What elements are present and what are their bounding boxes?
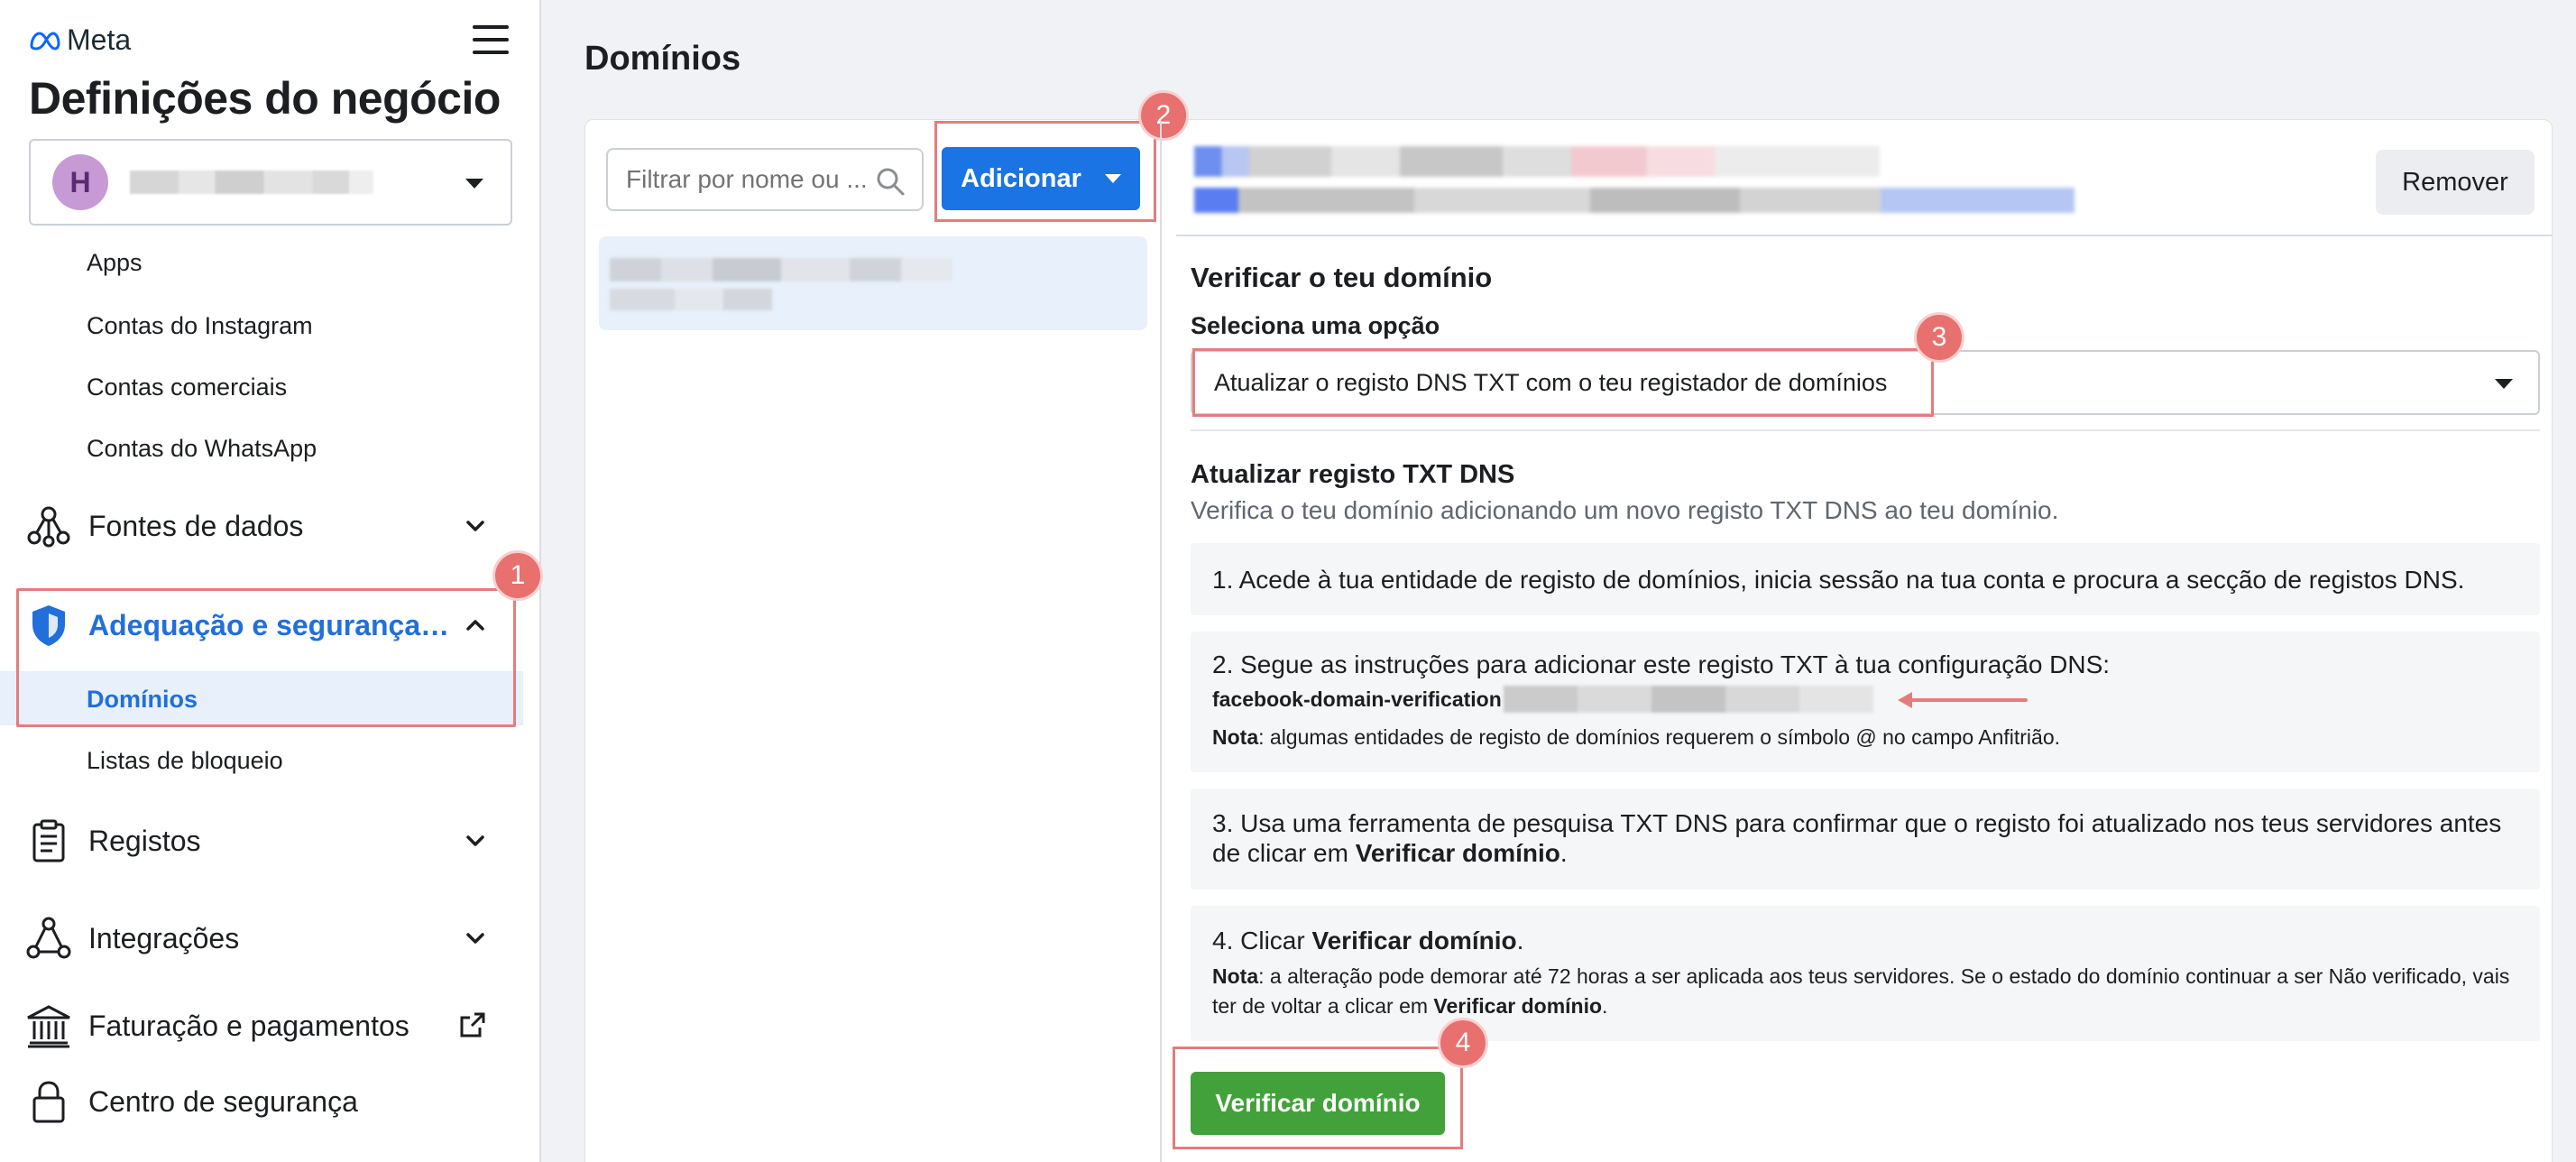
remove-button[interactable]: Remover [2376, 150, 2535, 215]
external-link-icon [460, 1012, 485, 1038]
sidebar-item-security-center[interactable]: Centro de segurança [25, 1070, 512, 1133]
verify-section-title: Verificar o teu domínio [1191, 262, 1493, 293]
blurred-domain-name [610, 258, 952, 281]
integrations-icon [25, 915, 72, 962]
chevron-down-icon [466, 835, 484, 846]
dns-record[interactable]: facebook-domain-verification [1212, 686, 1873, 713]
option-label: Seleciona uma opção [1191, 312, 1440, 339]
chevron-down-icon [1104, 174, 1121, 183]
highlight-box-1 [16, 588, 516, 727]
highlight-box-3 [1192, 348, 1934, 417]
instruction-step-2: 2. Segue as instruções para adicionar es… [1191, 632, 2540, 772]
meta-logo[interactable]: Meta [29, 23, 131, 57]
data-sources-icon [25, 503, 72, 549]
sidebar-item-business-accounts[interactable]: Contas comerciais [87, 374, 287, 401]
verify-domain-button[interactable]: Verificar domínio [1191, 1072, 1445, 1135]
sidebar-item-label: Integrações [88, 921, 240, 954]
filter-input[interactable] [626, 165, 869, 194]
meta-logo-icon [30, 31, 60, 51]
note-label: Nota [1212, 725, 1259, 749]
avatar: H [52, 154, 108, 210]
step-text: 4. Clicar Verificar domínio. [1212, 927, 1524, 954]
sidebar-item-registos[interactable]: Registos [25, 809, 512, 872]
sidebar-item-block-lists[interactable]: Listas de bloqueio [87, 747, 283, 775]
sidebar: Meta Definições do negócio H Apps Contas… [0, 0, 541, 1162]
step-text: 1. Acede à tua entidade de registo de do… [1212, 565, 2465, 594]
instruction-step-3: 3. Usa uma ferramenta de pesquisa TXT DN… [1191, 788, 2540, 890]
sidebar-item-label: Fontes de dados [88, 509, 304, 542]
chevron-down-icon [465, 179, 483, 189]
divider [1176, 235, 2553, 236]
column-divider [1160, 121, 1162, 1162]
sidebar-item-instagram-accounts[interactable]: Contas do Instagram [87, 312, 313, 340]
step-badge: 3 [1914, 312, 1964, 363]
add-button[interactable]: Adicionar [942, 147, 1140, 210]
sidebar-item-whatsapp-accounts[interactable]: Contas do WhatsApp [87, 435, 317, 463]
sidebar-item-integrations[interactable]: Integrações [25, 907, 512, 970]
instruction-step-1: 1. Acede à tua entidade de registo de do… [1191, 543, 2540, 615]
sidebar-item-apps[interactable]: Apps [87, 249, 143, 277]
blurred-domain-header [1194, 144, 2075, 217]
sidebar-item-label: Registos [88, 824, 201, 857]
chevron-down-icon [466, 521, 484, 531]
business-account-selector[interactable]: H [29, 139, 512, 226]
filter-field[interactable] [606, 148, 924, 211]
step-badge: 1 [492, 550, 543, 601]
lock-icon [25, 1078, 72, 1125]
meta-wordmark: Meta [67, 23, 132, 56]
step-badge: 2 [1138, 90, 1189, 141]
sidebar-item-label: Centro de segurança [88, 1084, 358, 1118]
page-heading: Definições do negócio [29, 73, 501, 124]
blurred-account-name [130, 171, 373, 194]
arrow-left-icon [1898, 692, 2028, 708]
step-text: 3. Usa uma ferramenta de pesquisa TXT DN… [1212, 809, 2502, 867]
divider [1191, 429, 2540, 431]
blurred-domain-id [610, 289, 772, 310]
note-label: Nota [1212, 964, 1259, 988]
blurred-dns-value [1503, 686, 1873, 713]
step-badge: 4 [1438, 1018, 1488, 1068]
sidebar-item-label: Faturação e pagamentos [88, 1009, 409, 1042]
note-text: : algumas entidades de registo de domíni… [1258, 725, 2061, 749]
txt-section-description: Verifica o teu domínio adicionando um no… [1191, 496, 2059, 524]
step-text: 2. Segue as instruções para adicionar es… [1212, 650, 2111, 678]
note: Nota: algumas entidades de registo de do… [1212, 725, 2060, 750]
txt-section-title: Atualizar registo TXT DNS [1191, 460, 1515, 489]
sidebar-item-billing[interactable]: Faturação e pagamentos [25, 994, 512, 1057]
bank-icon [25, 1002, 72, 1049]
instruction-step-4: 4. Clicar Verificar domínio. Nota: a alt… [1191, 906, 2540, 1041]
search-icon [877, 168, 905, 196]
add-button-label: Adicionar [961, 163, 1081, 193]
chevron-down-icon [466, 933, 484, 944]
page-title: Domínios [584, 40, 741, 78]
domain-list-item[interactable] [599, 236, 1147, 330]
dns-record-key: facebook-domain-verification [1212, 687, 1502, 711]
sidebar-item-data-sources[interactable]: Fontes de dados [25, 494, 512, 558]
note: Nota: a alteração pode demorar até 72 ho… [1212, 964, 2510, 1018]
hamburger-icon[interactable] [473, 25, 509, 56]
chevron-down-icon [2495, 379, 2513, 389]
clipboard-icon [25, 817, 72, 864]
